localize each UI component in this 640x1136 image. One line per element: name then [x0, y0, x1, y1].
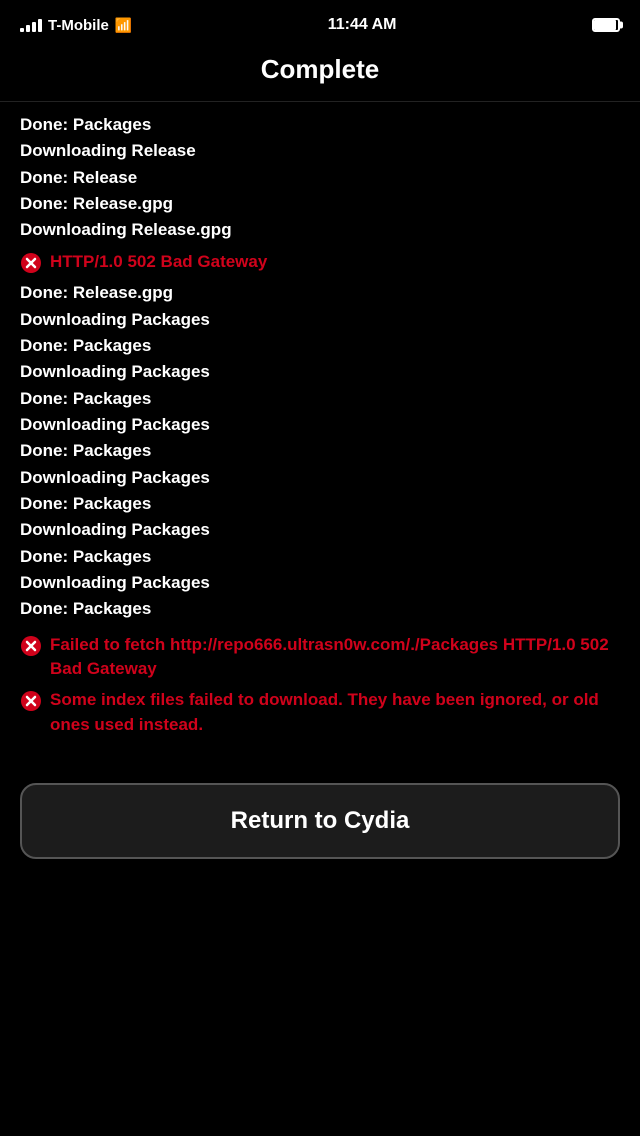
log-line: Downloading Release [20, 138, 620, 164]
error-icon [20, 690, 42, 712]
log-line: Downloading Packages [20, 465, 620, 491]
log-line: Downloading Packages [20, 517, 620, 543]
log-line: Done: Packages [20, 491, 620, 517]
log-line: Downloading Packages [20, 412, 620, 438]
error-line: HTTP/1.0 502 Bad Gateway [20, 250, 620, 275]
log-line: Done: Release.gpg [20, 280, 620, 306]
return-to-cydia-button[interactable]: Return to Cydia [20, 783, 620, 859]
button-container: Return to Cydia [0, 763, 640, 899]
error-line-index: Some index files failed to download. The… [20, 688, 620, 737]
log-container: Done: Packages Downloading Release Done:… [0, 102, 640, 753]
log-line: Done: Packages [20, 438, 620, 464]
signal-icon [20, 18, 42, 32]
carrier-label: T-Mobile [48, 17, 109, 34]
error-index-text: Some index files failed to download. The… [50, 688, 620, 737]
status-left: T-Mobile 📶 [20, 17, 132, 34]
log-line: Done: Release [20, 165, 620, 191]
page-title: Complete [0, 44, 640, 102]
battery-icon [592, 18, 620, 32]
wifi-icon: 📶 [115, 17, 132, 34]
log-line: Downloading Release.gpg [20, 217, 620, 243]
status-bar: T-Mobile 📶 11:44 AM [0, 0, 640, 44]
log-line: Downloading Packages [20, 570, 620, 596]
log-line: Done: Packages [20, 112, 620, 138]
log-line: Done: Packages [20, 544, 620, 570]
log-line: Done: Release.gpg [20, 191, 620, 217]
time-label: 11:44 AM [328, 16, 397, 34]
error-icon [20, 252, 42, 274]
log-line: Done: Packages [20, 596, 620, 622]
error-fetch-text: Failed to fetch http://repo666.ultrasn0w… [50, 633, 620, 682]
error-icon [20, 635, 42, 657]
error-text: HTTP/1.0 502 Bad Gateway [50, 250, 620, 275]
log-line: Downloading Packages [20, 307, 620, 333]
error-line-fetch: Failed to fetch http://repo666.ultrasn0w… [20, 633, 620, 682]
log-line: Done: Packages [20, 386, 620, 412]
log-line: Downloading Packages [20, 359, 620, 385]
status-right [592, 18, 620, 32]
log-line: Done: Packages [20, 333, 620, 359]
